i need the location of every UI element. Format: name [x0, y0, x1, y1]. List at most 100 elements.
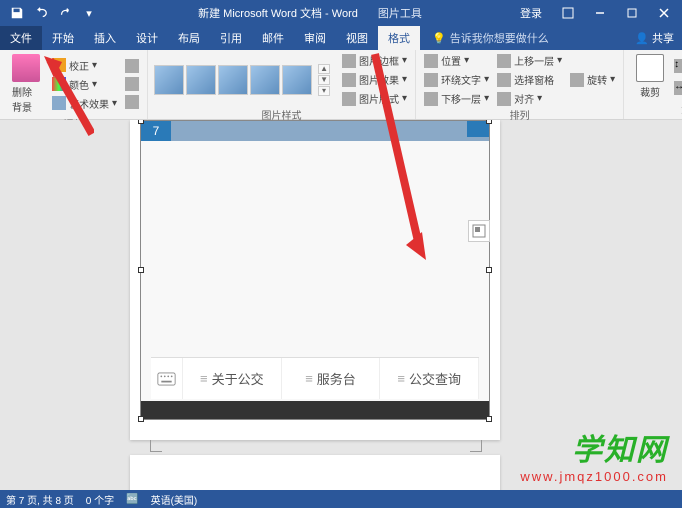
width-icon: ↔: [674, 81, 682, 95]
tab-mailings[interactable]: 邮件: [252, 26, 294, 50]
watermark: 学知网 www.jmqz1000.com: [520, 425, 668, 484]
align-button[interactable]: 对齐 ▾: [495, 90, 564, 107]
redo-icon[interactable]: [54, 2, 76, 24]
corrections-icon: [52, 58, 66, 72]
reset-picture-button[interactable]: [123, 94, 141, 110]
save-icon[interactable]: [6, 2, 28, 24]
resize-handle[interactable]: [486, 267, 492, 273]
page: 7 ≡关于公交 ≡服务台 ≡公交查询: [130, 120, 500, 440]
phone-tab-service: ≡服务台: [282, 358, 381, 399]
tab-layout[interactable]: 布局: [168, 26, 210, 50]
remove-background-button[interactable]: 删除背景: [6, 52, 46, 116]
backward-icon: [424, 92, 438, 106]
undo-icon[interactable]: [30, 2, 52, 24]
ribbon: 删除背景 校正 ▾ 颜色 ▾ 艺术效果 ▾ 调整: [0, 50, 682, 120]
resize-handle[interactable]: [486, 416, 492, 422]
menu-bar: 文件 开始 插入 设计 布局 引用 邮件 审阅 视图 格式 💡 告诉我你想要做什…: [0, 26, 682, 50]
tab-design[interactable]: 设计: [126, 26, 168, 50]
rotate-icon: [570, 73, 584, 87]
tab-file[interactable]: 文件: [0, 26, 42, 50]
gallery-up-icon[interactable]: ▲: [318, 64, 330, 74]
status-language[interactable]: 英语(美国): [151, 492, 198, 507]
gallery-down-icon[interactable]: ▼: [318, 75, 330, 85]
artistic-effects-button[interactable]: 艺术效果 ▾: [50, 95, 119, 112]
phone-tab-query: ≡公交查询: [380, 358, 479, 399]
status-page[interactable]: 第 7 页, 共 8 页: [6, 492, 74, 507]
layout-options-button[interactable]: [468, 220, 490, 242]
style-thumb[interactable]: [154, 65, 184, 95]
maximize-icon[interactable]: [618, 2, 646, 24]
window-title: 新建 Microsoft Word 文档 - Word: [198, 5, 358, 21]
context-tab-label: 图片工具: [378, 5, 422, 21]
resize-handle[interactable]: [486, 120, 492, 124]
corrections-button[interactable]: 校正 ▾: [50, 57, 119, 74]
tab-review[interactable]: 审阅: [294, 26, 336, 50]
keyboard-icon: [151, 358, 183, 399]
ribbon-group-arrange: 位置 ▾ 环绕文字 ▾ 下移一层 ▾ 上移一层 ▾ 选择窗格 对齐 ▾ 旋转 ▾…: [416, 50, 624, 119]
wrap-icon: [424, 73, 438, 87]
phone-back-button: 7: [141, 121, 171, 141]
bring-forward-button[interactable]: 上移一层 ▾: [495, 52, 564, 69]
gallery-scroll: ▲ ▼ ▾: [318, 64, 330, 96]
send-backward-button[interactable]: 下移一层 ▾: [422, 90, 491, 107]
ribbon-group-styles: ▲ ▼ ▾ 图片边框 ▾ 图片效果 ▾ 图片版式 ▾ 图片样式: [148, 50, 416, 119]
selected-picture[interactable]: 7 ≡关于公交 ≡服务台 ≡公交查询: [140, 120, 490, 420]
watermark-title: 学知网: [520, 425, 668, 469]
phone-nav-bar: [141, 401, 489, 419]
crop-button[interactable]: 裁剪: [630, 52, 670, 101]
group-label-size: 大小: [630, 101, 682, 118]
style-thumb[interactable]: [250, 65, 280, 95]
crop-icon: [636, 54, 664, 82]
tab-insert[interactable]: 插入: [84, 26, 126, 50]
selection-icon: [497, 73, 511, 87]
page: [130, 455, 500, 490]
compress-pictures-button[interactable]: [123, 58, 141, 74]
watermark-url: www.jmqz1000.com: [520, 469, 668, 484]
artistic-icon: [52, 96, 66, 110]
border-icon: [342, 54, 356, 68]
picture-layout-button[interactable]: 图片版式 ▾: [340, 90, 409, 107]
tell-me-search[interactable]: 💡 告诉我你想要做什么: [420, 30, 549, 46]
title-bar: ▾ 新建 Microsoft Word 文档 - Word 图片工具 登录: [0, 0, 682, 26]
effects-icon: [342, 73, 356, 87]
resize-handle[interactable]: [138, 267, 144, 273]
tab-view[interactable]: 视图: [336, 26, 378, 50]
compress-icon: [125, 59, 139, 73]
tab-home[interactable]: 开始: [42, 26, 84, 50]
remove-bg-icon: [12, 54, 40, 82]
change-picture-icon: [125, 77, 139, 91]
resize-handle[interactable]: [138, 120, 144, 124]
color-button[interactable]: 颜色 ▾: [50, 76, 119, 93]
picture-content: 7 ≡关于公交 ≡服务台 ≡公交查询: [141, 121, 489, 419]
qat-customize-icon[interactable]: ▾: [78, 2, 100, 24]
status-bar: 第 7 页, 共 8 页 0 个字 🔤 英语(美国): [0, 490, 682, 508]
rotate-button[interactable]: 旋转 ▾: [568, 71, 617, 88]
tab-references[interactable]: 引用: [210, 26, 252, 50]
height-icon: ↕: [674, 59, 682, 73]
style-thumb[interactable]: [282, 65, 312, 95]
position-button[interactable]: 位置 ▾: [422, 52, 491, 69]
gallery-more-icon[interactable]: ▾: [318, 86, 330, 96]
ribbon-options-icon[interactable]: [554, 2, 582, 24]
share-icon: 👤: [635, 32, 649, 45]
close-icon[interactable]: [650, 2, 678, 24]
picture-border-button[interactable]: 图片边框 ▾: [340, 52, 409, 69]
minimize-icon[interactable]: [586, 2, 614, 24]
layout-icon: [342, 92, 356, 106]
phone-tab-bar: ≡关于公交 ≡服务台 ≡公交查询: [151, 357, 479, 399]
picture-styles-gallery[interactable]: [154, 65, 312, 95]
status-words[interactable]: 0 个字: [86, 492, 114, 507]
login-label[interactable]: 登录: [520, 5, 542, 21]
share-button[interactable]: 👤 共享: [635, 30, 674, 46]
picture-effects-button[interactable]: 图片效果 ▾: [340, 71, 409, 88]
crop-mark: [150, 440, 162, 452]
style-thumb[interactable]: [218, 65, 248, 95]
style-thumb[interactable]: [186, 65, 216, 95]
change-picture-button[interactable]: [123, 76, 141, 92]
resize-handle[interactable]: [138, 416, 144, 422]
forward-icon: [497, 54, 511, 68]
wrap-text-button[interactable]: 环绕文字 ▾: [422, 71, 491, 88]
position-icon: [424, 54, 438, 68]
tab-format[interactable]: 格式: [378, 26, 420, 50]
selection-pane-button[interactable]: 选择窗格: [495, 71, 564, 88]
